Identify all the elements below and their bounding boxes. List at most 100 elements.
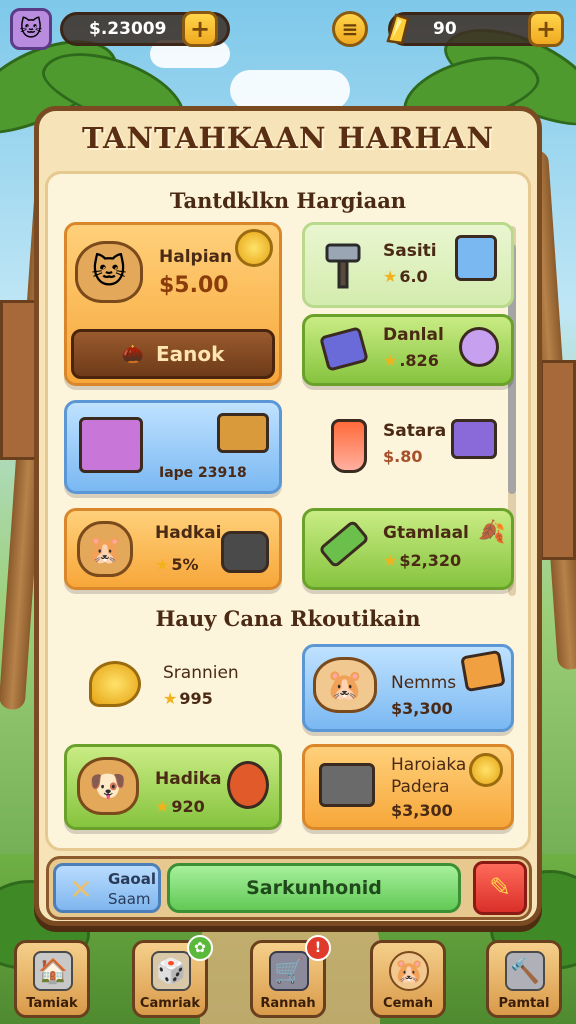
gold-coin-icon	[469, 753, 503, 787]
hamster-face-icon: 🐹	[389, 951, 429, 991]
confirm-button[interactable]: Sarkunhonid	[167, 863, 461, 913]
panel-title: TANTAHKAAN HARHAN	[82, 121, 494, 155]
item-name: Nemms	[391, 673, 457, 693]
tools-label-1: Gaoal	[108, 870, 157, 888]
item-card-gtamlaal[interactable]: Gtamlaal ★ $2,320 🍂	[302, 508, 514, 590]
item-subname: Padera	[391, 777, 450, 797]
item-card-hadika[interactable]: 🐶 Hadika ★ 920	[64, 744, 282, 830]
crate-icon	[217, 413, 269, 453]
item-price: $.80	[383, 447, 423, 466]
cart-icon: 🛒	[269, 951, 309, 991]
nav-label: Pamtal	[498, 996, 550, 1011]
shop-panel: TANTAHKAAN HARHAN Tantdklkn Hargiaan 🐱 H…	[34, 106, 542, 926]
action-bar: ✕ Gaoal Saam Sarkunhonid ✎	[46, 856, 532, 920]
nav-label: Cemah	[383, 996, 433, 1011]
nav-label: Camriak	[139, 996, 201, 1011]
map-icon	[460, 649, 506, 693]
item-name: Sasiti	[383, 241, 437, 261]
tools-button[interactable]: ✕ Gaoal Saam	[53, 863, 161, 913]
nav-camriak[interactable]: 🎲 ✿ Camriak	[132, 935, 213, 1018]
currency-value: $.23009	[89, 19, 167, 39]
nav-rannah[interactable]: 🛒 ! Rannah	[250, 935, 331, 1018]
star-icon: ★	[163, 689, 178, 708]
menu-icon: ≡	[341, 17, 359, 41]
item-price: $3,300	[391, 699, 453, 718]
item-card-danlal[interactable]: Danlal ★ .826	[302, 314, 514, 386]
nav-cemah[interactable]: 🐹 Cemah	[370, 940, 446, 1018]
item-card-haroiaka[interactable]: Haroiaka Padera $3,300	[302, 744, 514, 830]
acorn-icon: 🌰	[121, 343, 144, 365]
crossed-tools-icon: ✕	[69, 872, 93, 906]
cat-avatar-icon: 🐱	[19, 16, 43, 42]
section-title-daily: Tantdklkn Hargiaan	[169, 188, 407, 213]
featured-button-label: Eanok	[155, 342, 225, 366]
nav-label: Rannah	[260, 996, 316, 1011]
gold-coin-icon	[235, 229, 273, 267]
star-icon: ★	[155, 797, 170, 816]
player-avatar[interactable]: 🐱	[10, 8, 52, 50]
item-name: Srannien	[163, 663, 239, 683]
featured-buy-button[interactable]: 🌰 Eanok	[71, 329, 275, 379]
add-gems-button[interactable]: +	[528, 11, 564, 47]
cloud	[230, 70, 350, 110]
gem-value: 90	[433, 19, 457, 39]
add-currency-button[interactable]: +	[182, 11, 218, 47]
menu-button[interactable]: ≡	[332, 11, 368, 47]
item-name: Danlal	[383, 325, 444, 345]
item-card-sasiti[interactable]: Sasiti ★ 6.0	[302, 222, 514, 308]
tools-label-2: Saam	[108, 890, 151, 908]
section-title-second: Hauy Cana Rkoutikain	[155, 606, 421, 631]
leaf-badge-icon: ✿	[187, 935, 213, 961]
item-price: ★ 5%	[155, 555, 199, 574]
star-icon: ★	[383, 551, 398, 570]
top-bar: 🐱 $.23009 + ≡ 90 +	[10, 8, 566, 50]
item-card-satara[interactable]: Satara $.80	[302, 400, 514, 494]
star-icon: ★	[383, 267, 398, 286]
item-price: ★ .826	[383, 351, 439, 370]
book-icon	[455, 235, 497, 281]
star-icon: ★	[155, 555, 170, 574]
building-icon: 🏠	[33, 951, 73, 991]
alert-badge-icon: !	[305, 935, 331, 961]
basket-icon	[227, 761, 269, 809]
item-card-nemms[interactable]: 🐹 Nemms $3,300	[302, 644, 514, 732]
nav-pamtal[interactable]: 🔨 Pamtal	[486, 940, 562, 1018]
star-icon: ★	[383, 351, 398, 370]
hut	[540, 360, 576, 560]
red-action-button[interactable]: ✎	[473, 861, 527, 915]
hammer-icon	[323, 241, 367, 291]
item-name: Hadkai	[155, 523, 222, 543]
cup-icon	[331, 419, 367, 473]
item-price: ★ 920	[155, 797, 205, 816]
seed-icon	[89, 661, 141, 707]
item-card-hadkai[interactable]: 🐹 Hadkai ★ 5%	[64, 508, 282, 590]
item-name: Hadika	[155, 769, 222, 789]
magnifier-icon	[459, 327, 499, 367]
anvil-icon	[319, 763, 375, 807]
item-price: ★ $2,320	[383, 551, 462, 570]
dog-icon: 🐶	[77, 757, 139, 815]
cat-hat-icon: 🐱	[75, 241, 143, 303]
nav-tamiak[interactable]: 🏠 Tamiak	[14, 940, 90, 1018]
gem-box-icon	[451, 419, 497, 459]
item-name: Satara	[383, 421, 447, 441]
leaf-icon: 🍂	[478, 519, 506, 545]
item-card-srannien[interactable]: Srannien ★ 995	[64, 644, 282, 726]
battery-icon	[319, 326, 369, 372]
tool-icon: ✎	[489, 873, 511, 903]
plus-icon: +	[189, 15, 211, 43]
featured-name: Halpian	[159, 247, 233, 267]
bottle-icon	[318, 519, 370, 569]
hammer-tool-icon: 🔨	[505, 951, 545, 991]
cat-fez-icon: 🐹	[77, 521, 133, 577]
item-name: Gtamlaal	[383, 523, 469, 543]
plus-icon: +	[535, 15, 557, 43]
featured-offer-card[interactable]: 🐱 Halpian $5.00 🌰 Eanok	[64, 222, 282, 386]
item-name: Iape 23918	[159, 465, 247, 481]
bag-icon	[221, 531, 269, 573]
item-price: ★ 995	[163, 689, 213, 708]
item-card-chest[interactable]: Iape 23918	[64, 400, 282, 494]
featured-price: $5.00	[159, 273, 229, 298]
item-name: Haroiaka	[391, 755, 467, 775]
item-price: $3,300	[391, 801, 453, 820]
